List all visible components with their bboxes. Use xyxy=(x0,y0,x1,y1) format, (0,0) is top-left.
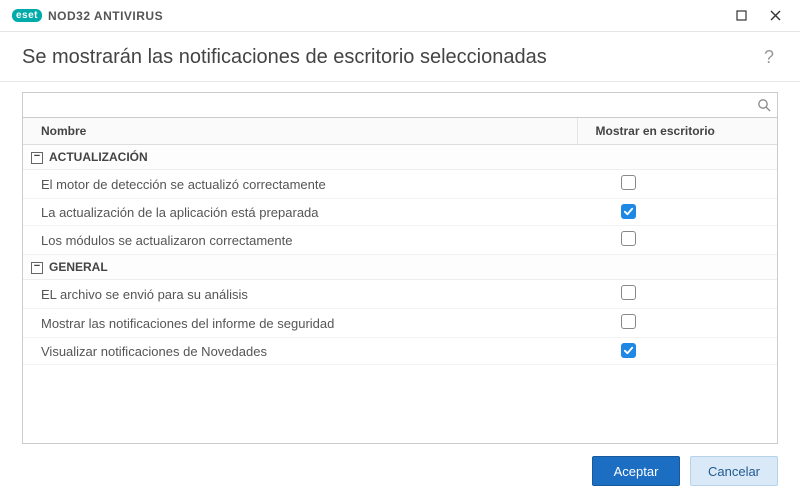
notification-label: La actualización de la aplicación está p… xyxy=(23,199,577,226)
collapse-icon[interactable] xyxy=(31,262,43,274)
collapse-icon[interactable] xyxy=(31,152,43,164)
show-on-desktop-checkbox[interactable] xyxy=(621,231,636,246)
notification-label: Mostrar las notificaciones del informe d… xyxy=(23,309,577,338)
show-on-desktop-checkbox[interactable] xyxy=(621,285,636,300)
search-input[interactable] xyxy=(31,98,757,113)
search-icon[interactable] xyxy=(757,98,771,112)
product-name: NOD32 ANTIVIRUS xyxy=(48,9,163,23)
notification-label: Visualizar notificaciones de Novedades xyxy=(23,338,577,365)
table-row[interactable]: EL archivo se envió para su análisis xyxy=(23,280,777,309)
show-on-desktop-checkbox[interactable] xyxy=(621,314,636,329)
table-row[interactable]: Los módulos se actualizaron correctament… xyxy=(23,226,777,255)
table-row[interactable]: El motor de detección se actualizó corre… xyxy=(23,170,777,199)
column-header-show[interactable]: Mostrar en escritorio xyxy=(577,118,777,145)
help-button[interactable]: ? xyxy=(760,47,778,68)
group-title: ACTUALIZACIÓN xyxy=(49,150,148,164)
table-row[interactable]: Mostrar las notificaciones del informe d… xyxy=(23,309,777,338)
dialog-footer: Aceptar Cancelar xyxy=(0,444,800,500)
show-on-desktop-checkbox[interactable] xyxy=(621,204,636,219)
notifications-table: Nombre Mostrar en escritorio ACTUALIZACI… xyxy=(23,118,777,365)
notification-label: Los módulos se actualizaron correctament… xyxy=(23,226,577,255)
page-header: Se mostrarán las notificaciones de escri… xyxy=(0,32,800,82)
group-row[interactable]: GENERAL xyxy=(23,255,777,280)
table-row[interactable]: Visualizar notificaciones de Novedades xyxy=(23,338,777,365)
titlebar: eset NOD32 ANTIVIRUS xyxy=(0,0,800,32)
window-close-button[interactable] xyxy=(758,2,792,30)
group-title: GENERAL xyxy=(49,260,108,274)
show-on-desktop-checkbox[interactable] xyxy=(621,175,636,190)
content-area: Nombre Mostrar en escritorio ACTUALIZACI… xyxy=(0,82,800,444)
page-title: Se mostrarán las notificaciones de escri… xyxy=(22,46,760,69)
close-icon xyxy=(770,10,781,21)
maximize-icon xyxy=(736,10,747,21)
search-bar[interactable] xyxy=(22,92,778,118)
notification-label: El motor de detección se actualizó corre… xyxy=(23,170,577,199)
window-maximize-button[interactable] xyxy=(724,2,758,30)
brand: eset NOD32 ANTIVIRUS xyxy=(12,9,163,23)
notifications-table-wrap: Nombre Mostrar en escritorio ACTUALIZACI… xyxy=(22,118,778,444)
eset-logo: eset xyxy=(12,9,42,22)
table-row[interactable]: La actualización de la aplicación está p… xyxy=(23,199,777,226)
accept-button[interactable]: Aceptar xyxy=(592,456,680,486)
brand-badge: eset xyxy=(12,9,42,22)
column-header-name[interactable]: Nombre xyxy=(23,118,577,145)
show-on-desktop-checkbox[interactable] xyxy=(621,343,636,358)
cancel-button[interactable]: Cancelar xyxy=(690,456,778,486)
notification-label: EL archivo se envió para su análisis xyxy=(23,280,577,309)
group-row[interactable]: ACTUALIZACIÓN xyxy=(23,145,777,170)
